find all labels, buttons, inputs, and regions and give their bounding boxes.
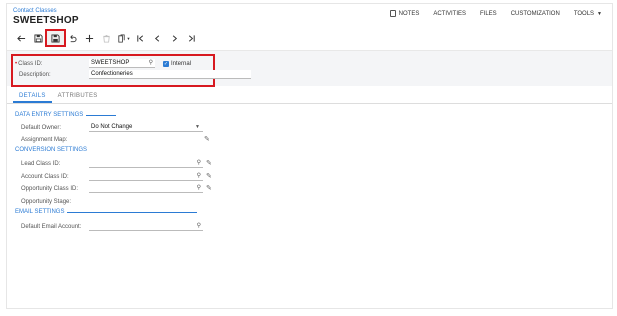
top-menu: NOTES ACTIVITIES FILES CUSTOMIZATION TOO…	[389, 10, 602, 17]
assignment-map-row: Assignment Map:	[21, 135, 89, 144]
page-header: Contact Classes SWEETSHOP NOTES ACTIVITI…	[7, 4, 612, 50]
next-icon	[172, 34, 178, 42]
breadcrumb[interactable]: Contact Classes	[13, 8, 57, 14]
section-title: EMAIL SETTINGS	[15, 209, 65, 215]
opportunity-class-field[interactable]: ⚲	[89, 184, 203, 193]
customization-button[interactable]: CUSTOMIZATION	[511, 10, 560, 17]
class-id-row: •Class ID: SWEETSHOP ⚲ ✓ Internal	[15, 59, 191, 68]
search-icon[interactable]: ⚲	[197, 159, 201, 166]
default-owner-value: Do Not Change	[91, 124, 133, 130]
pencil-icon[interactable]: ✎	[206, 172, 212, 180]
default-owner-label: Default Owner:	[21, 124, 62, 131]
opportunity-stage-label: Opportunity Stage:	[21, 198, 72, 205]
first-record-button[interactable]	[132, 31, 149, 45]
account-class-field[interactable]: ⚲	[89, 172, 203, 181]
copy-paste-button[interactable]: ▼	[115, 31, 132, 45]
save-and-close-button[interactable]	[45, 29, 66, 47]
assignment-map-label: Assignment Map:	[21, 136, 68, 143]
opportunity-class-row: Opportunity Class ID: ⚲	[21, 184, 203, 193]
section-conversion-settings: CONVERSION SETTINGS	[15, 147, 87, 153]
search-icon[interactable]: ⚲	[197, 184, 201, 191]
pencil-icon[interactable]: ✎	[206, 159, 212, 167]
chevron-down-icon: ▼	[195, 124, 200, 130]
delete-button[interactable]	[98, 31, 115, 45]
section-email-settings: EMAIL SETTINGS	[15, 209, 198, 215]
class-id-label: •Class ID:	[15, 60, 43, 67]
page-title: SWEETSHOP	[13, 15, 79, 26]
first-record-icon	[137, 34, 144, 42]
search-icon[interactable]: ⚲	[197, 222, 201, 229]
app-window: Contact Classes SWEETSHOP NOTES ACTIVITI…	[6, 3, 613, 309]
description-label: Description:	[19, 71, 51, 78]
tab-attributes[interactable]: ATTRIBUTES	[52, 88, 104, 103]
section-data-entry-settings: DATA ENTRY SETTINGS	[15, 112, 117, 118]
default-owner-row: Default Owner: Do Not Change ▼	[21, 123, 203, 132]
notes-icon	[389, 10, 396, 17]
files-button[interactable]: FILES	[480, 10, 497, 17]
notes-label: NOTES	[398, 10, 420, 17]
copy-paste-icon	[117, 33, 125, 43]
trash-icon	[103, 34, 110, 43]
section-title: DATA ENTRY SETTINGS	[15, 112, 84, 118]
add-button[interactable]	[81, 31, 98, 45]
tab-bar: DETAILS ATTRIBUTES	[7, 88, 612, 104]
last-record-button[interactable]	[183, 31, 200, 45]
next-record-button[interactable]	[166, 31, 183, 45]
activities-button[interactable]: ACTIVITIES	[433, 10, 466, 17]
search-icon[interactable]: ⚲	[197, 172, 201, 179]
checkbox-checked-icon: ✓	[163, 60, 169, 67]
account-class-row: Account Class ID: ⚲	[21, 172, 203, 181]
last-record-icon	[188, 34, 195, 42]
default-email-field[interactable]: ⚲	[89, 222, 203, 231]
pencil-icon[interactable]: ✎	[206, 184, 212, 192]
section-divider	[86, 114, 117, 116]
save-and-close-icon	[51, 33, 60, 43]
pencil-icon[interactable]: ✎	[204, 135, 210, 143]
internal-checkbox[interactable]: ✓ Internal	[163, 60, 192, 67]
plus-icon	[85, 34, 94, 42]
chevron-down-icon: ▼	[597, 10, 602, 17]
default-owner-select[interactable]: Do Not Change ▼	[89, 123, 203, 132]
section-title: CONVERSION SETTINGS	[15, 147, 88, 153]
arrow-left-icon	[17, 34, 26, 42]
default-email-row: Default Email Account: ⚲	[21, 222, 203, 231]
previous-icon	[154, 34, 160, 42]
class-id-value: SWEETSHOP	[91, 60, 130, 66]
lead-class-row: Lead Class ID: ⚲	[21, 159, 203, 168]
tools-button[interactable]: TOOLS ▼	[574, 10, 602, 17]
notes-button[interactable]: NOTES	[389, 10, 420, 17]
section-divider	[67, 211, 198, 213]
search-icon[interactable]: ⚲	[149, 59, 153, 66]
default-email-label: Default Email Account:	[21, 223, 82, 230]
chevron-down-icon: ▼	[126, 35, 131, 41]
lead-class-label: Lead Class ID:	[21, 160, 61, 167]
back-button[interactable]	[13, 31, 30, 45]
lead-class-field[interactable]: ⚲	[89, 159, 203, 168]
tab-details[interactable]: DETAILS	[13, 88, 52, 103]
tools-label: TOOLS	[573, 10, 595, 17]
toolbar: ▼	[13, 29, 200, 47]
previous-record-button[interactable]	[149, 31, 166, 45]
undo-button[interactable]	[64, 31, 81, 45]
description-row: Description: Confectioneries	[15, 70, 251, 79]
undo-icon	[70, 34, 77, 42]
save-icon	[34, 33, 43, 43]
class-id-field[interactable]: SWEETSHOP ⚲	[89, 59, 155, 68]
description-field[interactable]: Confectioneries	[89, 70, 251, 79]
opportunity-class-label: Opportunity Class ID:	[21, 185, 79, 192]
opportunity-stage-row: Opportunity Stage:	[21, 197, 89, 206]
description-value: Confectioneries	[91, 71, 133, 77]
internal-label: Internal	[171, 60, 192, 67]
save-button[interactable]	[30, 31, 47, 45]
account-class-label: Account Class ID:	[21, 173, 69, 180]
